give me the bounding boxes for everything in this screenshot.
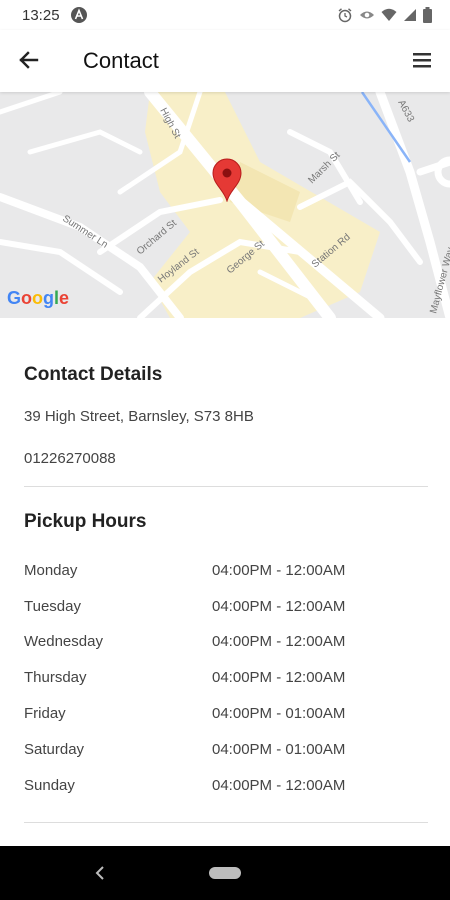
home-pill-button[interactable] (209, 867, 241, 879)
page-title: Contact (83, 48, 159, 73)
alarm-icon (337, 7, 353, 23)
hours-row: Tuesday 04:00PM - 12:00AM (24, 598, 428, 622)
status-icons (337, 7, 432, 23)
map-view[interactable]: High St Marsh St A633 Summer Ln Orchard … (0, 92, 450, 318)
day-label: Tuesday (24, 598, 81, 615)
pickup-hours-heading: Pickup Hours (24, 511, 147, 532)
map-graphic: High St Marsh St A633 Summer Ln Orchard … (0, 92, 450, 318)
battery-icon (423, 7, 432, 23)
status-bar: 13:25 (0, 0, 450, 30)
hours-value: 04:00PM - 12:00AM (212, 633, 346, 650)
hours-row: Friday 04:00PM - 01:00AM (24, 705, 428, 729)
contact-details-heading: Contact Details (24, 364, 163, 385)
day-label: Sunday (24, 777, 75, 794)
address-text[interactable]: 39 High Street, Barnsley, S73 8HB (24, 408, 254, 425)
street-label: A633 (395, 98, 416, 124)
location-pin-icon[interactable] (210, 158, 244, 202)
phone-text[interactable]: 01226270088 (24, 450, 116, 467)
street-label: Summer Ln (60, 213, 109, 250)
app-notification-icon (70, 6, 88, 24)
day-label: Wednesday (24, 633, 103, 650)
arrow-left-icon[interactable] (16, 47, 42, 73)
hours-value: 04:00PM - 12:00AM (212, 777, 346, 794)
hours-value: 04:00PM - 12:00AM (212, 598, 346, 615)
hours-row: Sunday 04:00PM - 12:00AM (24, 777, 428, 801)
system-nav-bar (0, 846, 450, 900)
hours-row: Thursday 04:00PM - 12:00AM (24, 669, 428, 693)
google-logo: Google (7, 288, 70, 308)
day-label: Thursday (24, 669, 87, 686)
hours-row: Wednesday 04:00PM - 12:00AM (24, 633, 428, 657)
divider (24, 822, 428, 823)
hours-row: Monday 04:00PM - 12:00AM (24, 562, 428, 586)
hours-row: Saturday 04:00PM - 01:00AM (24, 741, 428, 765)
hours-value: 04:00PM - 12:00AM (212, 562, 346, 579)
hours-value: 04:00PM - 12:00AM (212, 669, 346, 686)
day-label: Monday (24, 562, 78, 579)
hamburger-menu-icon[interactable] (411, 49, 433, 71)
eye-icon (359, 7, 375, 23)
day-label: Saturday (24, 741, 85, 758)
app-bar: Contact (0, 30, 450, 92)
hours-value: 04:00PM - 01:00AM (212, 705, 346, 722)
divider (24, 486, 428, 487)
signal-icon (403, 8, 417, 22)
wifi-icon (381, 7, 397, 23)
nav-back-icon[interactable] (92, 864, 108, 882)
day-label: Friday (24, 705, 66, 722)
hours-value: 04:00PM - 01:00AM (212, 741, 346, 758)
status-time: 13:25 (22, 6, 60, 24)
